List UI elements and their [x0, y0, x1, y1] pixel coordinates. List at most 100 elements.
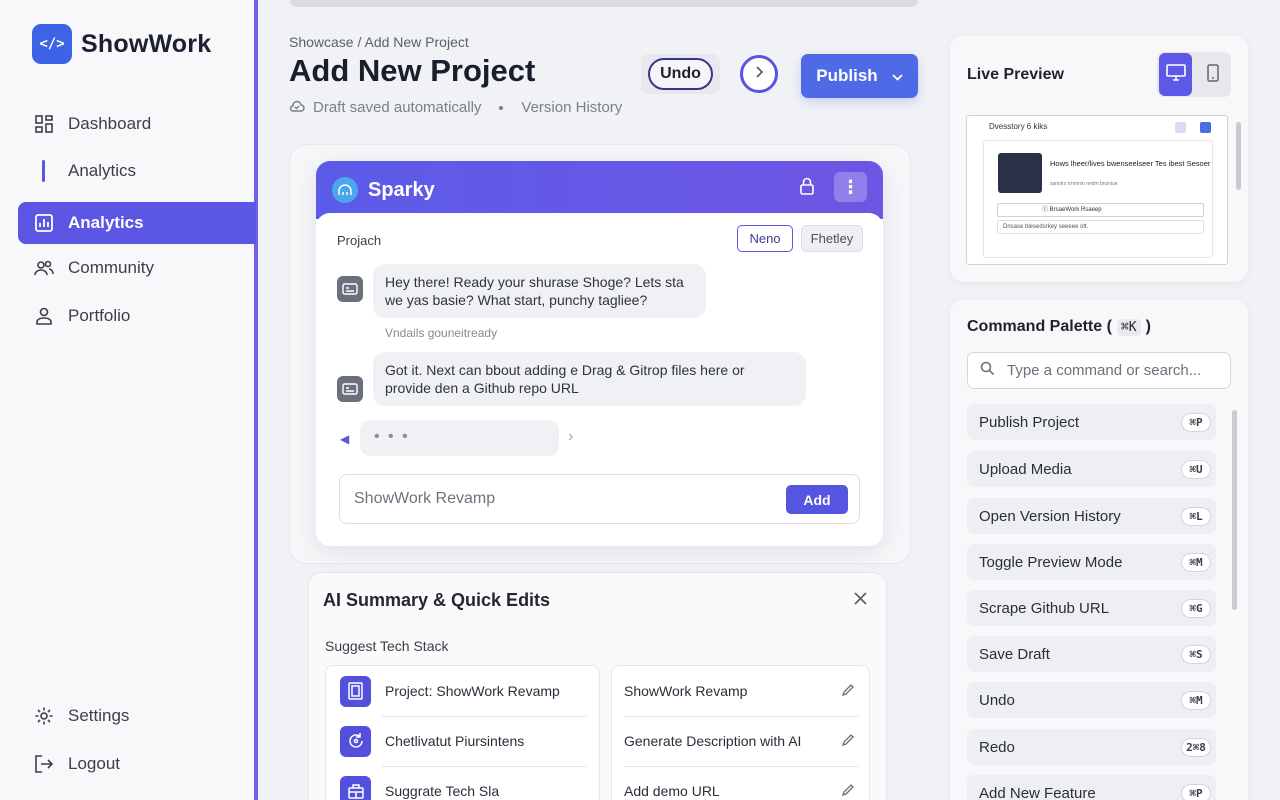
desktop-view-button[interactable]: [1159, 53, 1192, 96]
sidebar-item-logout[interactable]: Logout: [18, 743, 256, 785]
preview-frame[interactable]: Dvesstory 6 kiks Hows lheer/lives bwense…: [966, 115, 1228, 265]
suggestion-item[interactable]: Chetlivatut Piursintens: [326, 716, 599, 766]
mobile-icon: [1207, 63, 1219, 87]
command-label: Upload Media: [979, 460, 1072, 478]
document-icon: [340, 675, 371, 707]
pencil-icon[interactable]: [841, 733, 855, 750]
quick-edit-item[interactable]: ShowWork Revamp: [612, 666, 869, 716]
command-label: Toggle Preview Mode: [979, 553, 1123, 571]
gear-icon: [34, 706, 54, 726]
search-icon: [980, 361, 995, 380]
command-label: Publish Project: [979, 413, 1080, 431]
palette-title-text: Command Palette (: [967, 318, 1112, 335]
sidebar-item-settings[interactable]: Settings: [18, 695, 256, 737]
refresh-icon: [340, 725, 371, 757]
sidebar-item-label: Community: [68, 258, 154, 277]
pencil-icon[interactable]: [841, 683, 855, 700]
people-icon: [34, 258, 54, 278]
brand[interactable]: </> ShowWork: [32, 24, 211, 64]
mobile-view-button[interactable]: [1201, 60, 1225, 90]
assistant-avatar-icon: [337, 276, 363, 302]
preview-select: ⓒ BrsaeWork Rsaeep: [997, 203, 1204, 217]
suggestion-item[interactable]: Suggrate Tech Sla: [326, 766, 599, 800]
quick-edit-item[interactable]: Add demo URL: [612, 766, 869, 800]
command-item[interactable]: Redo 2⌘8: [967, 729, 1216, 765]
command-label: Redo: [979, 738, 1015, 756]
more-options-icon[interactable]: ⋮: [834, 172, 867, 202]
separator-dot: [499, 105, 504, 110]
command-label: Add New Feature: [979, 784, 1096, 800]
command-search-input[interactable]: Type a command or search...: [967, 352, 1231, 389]
command-label: Scrape Github URL: [979, 599, 1110, 617]
chip-neno[interactable]: Neno: [737, 225, 793, 252]
typing-indicator: • • •: [360, 420, 559, 456]
command-item[interactable]: Undo ⌘M: [967, 682, 1216, 718]
lock-icon[interactable]: [799, 177, 815, 200]
device-toggle: [1157, 52, 1231, 97]
desktop-icon: [1165, 63, 1186, 86]
version-history-link[interactable]: Version History: [521, 99, 622, 116]
command-palette: Command Palette ( ⌘K ) Type a command or…: [950, 300, 1248, 800]
chip-fhetley[interactable]: Fhetley: [801, 225, 863, 252]
command-shortcut: ⌘M: [1181, 553, 1211, 572]
command-item[interactable]: Publish Project ⌘P: [967, 404, 1216, 440]
chat-header: Sparky ⋮: [316, 161, 883, 219]
sidebar-item-dashboard[interactable]: Dashboard: [18, 103, 256, 145]
sidebar-item-label: Analytics: [68, 161, 137, 180]
preview-card: Hows lheer/lives bwenseelseer Tes ibest …: [983, 140, 1213, 258]
carousel-prev-icon[interactable]: ◀: [340, 432, 349, 446]
command-item[interactable]: Open Version History ⌘L: [967, 498, 1216, 534]
chat-input-value: ShowWork Revamp: [354, 490, 496, 507]
redo-button[interactable]: [740, 55, 778, 93]
sidebar-item-community[interactable]: Community: [18, 247, 256, 289]
preview-badge-icon: [1175, 122, 1186, 133]
page-title: Add New Project: [289, 53, 536, 88]
chat-message: Hey there! Ready your shurase Shoge? Let…: [373, 264, 706, 318]
add-button[interactable]: Add: [786, 485, 848, 514]
live-preview-panel: Live Preview Dvesstory 6 kiks Hows lheer…: [950, 36, 1248, 282]
ai-summary-title: AI Summary & Quick Edits: [323, 590, 551, 610]
quick-edit-item[interactable]: Generate Description with AI: [612, 716, 869, 766]
carousel-next-icon[interactable]: ›: [568, 428, 573, 446]
breadcrumb[interactable]: Showcase / Add New Project: [289, 34, 469, 50]
command-shortcut: ⌘P: [1181, 784, 1211, 800]
sparky-logo-icon: [332, 177, 358, 203]
sidebar: </> ShowWork Dashboard Analytics Analyti…: [0, 0, 258, 800]
quick-edit-list: ShowWork Revamp Generate Description wit…: [611, 665, 870, 800]
publish-button[interactable]: Publish: [801, 54, 918, 98]
bar-chart-icon: [34, 213, 54, 233]
undo-button[interactable]: Undo: [648, 58, 713, 90]
preview-badge-icon: [1200, 122, 1211, 133]
sidebar-item-portfolio[interactable]: Portfolio: [18, 295, 256, 337]
command-item[interactable]: Toggle Preview Mode ⌘M: [967, 544, 1216, 580]
command-label: Open Version History: [979, 507, 1121, 525]
project-label: Projach: [337, 233, 382, 248]
palette-scrollbar[interactable]: [1232, 410, 1237, 610]
command-shortcut: 2⌘8: [1181, 738, 1211, 757]
suggestion-label: Project: ShowWork Revamp: [385, 683, 560, 699]
chat-body: Projach Neno Fhetley Hey there! Ready yo…: [316, 213, 883, 546]
dashboard-grid-icon: [34, 114, 54, 134]
pencil-icon[interactable]: [841, 783, 855, 800]
command-palette-title: Command Palette ( ⌘K ): [967, 318, 1151, 336]
close-icon[interactable]: [853, 591, 868, 611]
live-preview-title: Live Preview: [967, 66, 1064, 83]
sidebar-item-analytics[interactable]: Analytics: [18, 202, 256, 244]
suggestion-label: Chetlivatut Piursintens: [385, 733, 525, 749]
command-item[interactable]: Add New Feature ⌘P: [967, 775, 1216, 800]
sidebar-subitem-analytics[interactable]: Analytics: [18, 150, 256, 192]
ai-summary-panel: AI Summary & Quick Edits Suggest Tech St…: [308, 572, 887, 800]
chevron-right-icon: [754, 65, 764, 83]
sidebar-item-label: Portfolio: [68, 306, 131, 325]
top-scrollbar[interactable]: [290, 0, 918, 7]
preview-scrollbar[interactable]: [1236, 122, 1241, 190]
suggestion-item[interactable]: Project: ShowWork Revamp: [326, 666, 599, 716]
sidebar-item-label: Settings: [68, 706, 130, 725]
command-item[interactable]: Scrape Github URL ⌘G: [967, 590, 1216, 626]
chat-message: Got it. Next can bbout adding e Drag & G…: [373, 352, 806, 406]
chat-input[interactable]: ShowWork Revamp Add: [339, 474, 860, 524]
command-item[interactable]: Upload Media ⌘U: [967, 451, 1216, 487]
command-item[interactable]: Save Draft ⌘S: [967, 636, 1216, 672]
preview-input: Dnsase blesedsrkey seeeee ott.: [997, 220, 1204, 234]
brand-name: ShowWork: [81, 29, 212, 58]
